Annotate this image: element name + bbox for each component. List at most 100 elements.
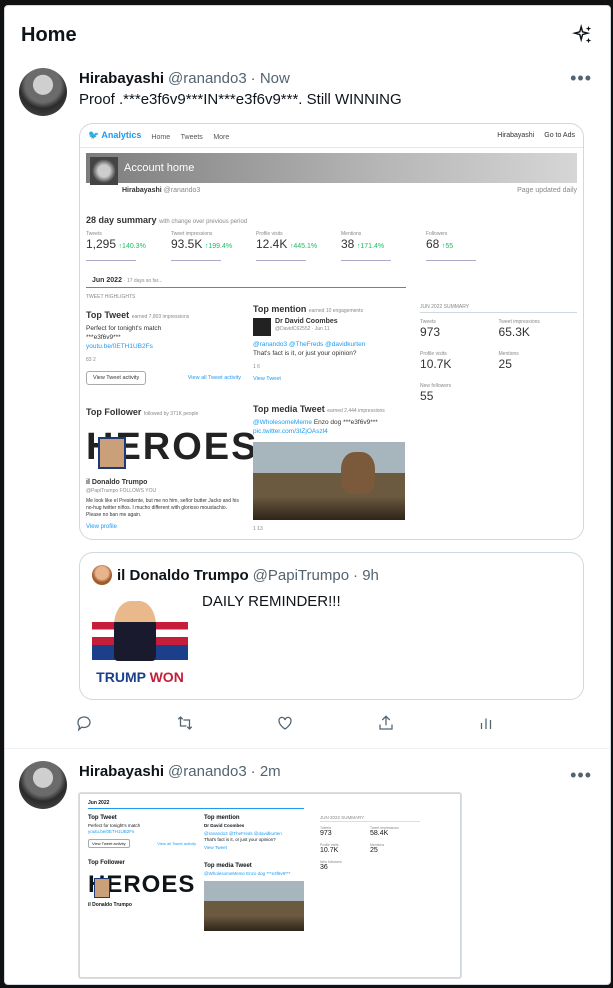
top-tweet-heading: Top Tweet earned 7,803 impressions <box>86 310 241 320</box>
mention-links: @ranando3 @TheFreds @davidkurten <box>253 341 366 348</box>
like-icon[interactable] <box>276 714 294 732</box>
tweet[interactable]: Hirabayashi @ranando3 · 2m ••• Jun 2022 … <box>5 749 610 978</box>
side-item: Profile visits 10.7K <box>320 843 370 854</box>
follower-handle-row: @PapiTrumpo FOLLOWS YOU <box>86 488 241 494</box>
top-tweet-link: youtu.be/0ETH1UB2Fs <box>86 343 153 350</box>
avatar[interactable] <box>19 761 67 809</box>
side-value: 55 <box>420 389 434 403</box>
side-value: 973 <box>420 325 441 339</box>
sparkle-icon[interactable] <box>572 24 594 46</box>
month-label: Jun 2022 <box>88 800 304 809</box>
user-menu: Hirabayashi <box>497 132 535 139</box>
mention-meta: 1 6 <box>253 364 260 370</box>
author-handle[interactable]: @ranando3 <box>168 70 247 87</box>
mention-links: @ranando3 @TheFreds @davidkurten <box>204 831 282 836</box>
top-follower-heading: Top Follower followed by 371K people <box>86 407 241 417</box>
stat-mentions: Mentions 38 ↑171.4% <box>341 231 426 261</box>
analytics-nav: Home Tweets More <box>151 131 237 141</box>
media-text: @WholesomeMeme Enzo dog ***e3f6v9*** <box>204 871 291 876</box>
stat-delta: ↑55 <box>441 243 454 250</box>
highlights-columns: TWEET HIGHLIGHTS Top Tweet earned 7,803 … <box>80 288 583 532</box>
mention-text: @ranando3 @TheFreds @davidkurten That's … <box>253 340 408 358</box>
side-value: 973 <box>320 830 332 837</box>
follower-bio: Me look like el Presidente, but me no hi… <box>86 498 239 518</box>
top-tweet-title: Top Tweet <box>88 815 117 821</box>
top-media-title: Top media Tweet <box>253 404 325 414</box>
tweet-time[interactable]: · Now <box>251 70 290 87</box>
twitter-bird-icon: 🐦 <box>88 130 100 140</box>
author-handle[interactable]: @ranando3 <box>168 763 247 780</box>
trump-word: TRUMP <box>96 669 146 685</box>
side-value: 58.4K <box>370 830 389 837</box>
account-subrow: Hirabayashi @ranando3 Page updated daily <box>80 183 583 201</box>
side-value: 25 <box>370 847 378 854</box>
retweet-icon[interactable] <box>176 714 194 732</box>
side-item: Mentions 25 <box>499 351 577 371</box>
analytics-right: Hirabayashi Go to Ads <box>497 132 575 139</box>
side-summary-title: JUN 2022 SUMMARY <box>420 304 577 313</box>
stat-delta: ↑445.1% <box>289 243 318 250</box>
top-media-title: Top media Tweet <box>204 863 252 869</box>
go-to-ads: Go to Ads <box>544 132 575 139</box>
top-media-sub: earned 2,444 impressions <box>327 408 385 414</box>
stat-value: 93.5K <box>171 237 203 251</box>
stat-followers: Followers 68 ↑55 <box>426 231 511 261</box>
more-icon[interactable]: ••• <box>570 765 592 786</box>
top-tweet-text: Perfect for tonight's match youtu.be/0ETH… <box>88 823 196 835</box>
side-item: Tweet impressions 65.3K <box>499 319 577 339</box>
col-left: TWEET HIGHLIGHTS Top Tweet earned 7,803 … <box>86 294 256 532</box>
trump-won-text: TRUMP WON <box>92 669 188 685</box>
col-left: Top Tweet Perfect for tonight's match you… <box>88 809 196 931</box>
page-updated: Page updated daily <box>517 187 577 194</box>
analytics-icon[interactable] <box>477 714 495 732</box>
top-tweet-line: Perfect for tonight's match <box>88 823 141 828</box>
media-meta: 1 13 <box>253 526 263 532</box>
col-middle: Top mention Dr David Coombes @ranando3 @… <box>204 809 312 931</box>
author-name[interactable]: Hirabayashi <box>79 70 164 87</box>
tweet[interactable]: Hirabayashi @ranando3 · Now ••• Proof .*… <box>5 64 610 734</box>
side-item: Tweets 973 <box>320 826 370 837</box>
tweet-header: Hirabayashi @ranando3 · 2m <box>79 761 596 781</box>
follower-name: il Donaldo Trumpo <box>88 902 132 908</box>
more-icon[interactable]: ••• <box>570 68 592 89</box>
tweet-media-image[interactable]: 🐦 Analytics Home Tweets More Hirabayashi… <box>79 123 584 540</box>
follower-handle: @PapiTrumpo <box>86 488 119 494</box>
summary-subtitle: with change over previous period <box>159 219 248 225</box>
stat-sparkline <box>171 253 221 261</box>
page-title: Home <box>21 23 77 46</box>
trump-won-image: TRUMP WON <box>92 593 188 689</box>
dog-driving-image <box>204 881 304 931</box>
stat-sparkline <box>256 253 306 261</box>
top-follower-sub: followed by 371K people <box>143 411 199 417</box>
top-tweet-line2: ***e3f6v9*** <box>86 334 121 341</box>
top-tweet-actions: View Tweet activity View all Tweet activi… <box>88 835 196 848</box>
side-item: New followers 55 <box>420 383 498 403</box>
tweet-body: Hirabayashi @ranando3 · Now ••• Proof .*… <box>77 68 596 734</box>
side-value: 25 <box>498 357 512 371</box>
quoted-tweet[interactable]: il Donaldo Trumpo @PapiTrumpo · 9h TRUMP… <box>79 552 584 700</box>
tweet-media-image[interactable]: Jun 2022 Top Tweet Perfect for tonight's… <box>79 793 461 978</box>
stat-value: 68 <box>426 237 440 251</box>
stat-tweets: Tweets 1,295 ↑140.3% <box>86 231 171 261</box>
share-icon[interactable] <box>377 714 395 732</box>
top-follower-title: Top Follower <box>88 860 125 866</box>
trump-figure <box>114 601 156 661</box>
timeline-header: Home <box>5 6 610 64</box>
stat-sparkline <box>341 253 391 261</box>
reply-icon[interactable] <box>75 714 93 732</box>
top-tweet-line: Perfect for tonight's match <box>86 325 162 332</box>
side-item: Mentions 25 <box>370 843 420 854</box>
heroes-banner: HEROES <box>86 425 256 469</box>
follower-name: il Donaldo Trumpo <box>86 479 148 486</box>
author-name[interactable]: Hirabayashi <box>79 763 164 780</box>
media-body: Enzo dog ***e3f6v9*** <box>313 419 378 426</box>
top-tweet-text: Perfect for tonight's match ***e3f6v9***… <box>86 324 241 351</box>
tweet-time[interactable]: · 2m <box>251 763 281 780</box>
tweet-header: Hirabayashi @ranando3 · Now <box>79 68 596 88</box>
quoted-header: il Donaldo Trumpo @PapiTrumpo · 9h <box>92 565 571 585</box>
stat-value: 12.4K <box>256 237 288 251</box>
avatar[interactable] <box>19 68 67 116</box>
side-value: 10.7K <box>420 357 452 371</box>
col-right: JUN 2022 SUMMARY Tweets 973 Tweet impress… <box>320 809 420 931</box>
top-tweet-title: Top Tweet <box>86 310 130 320</box>
